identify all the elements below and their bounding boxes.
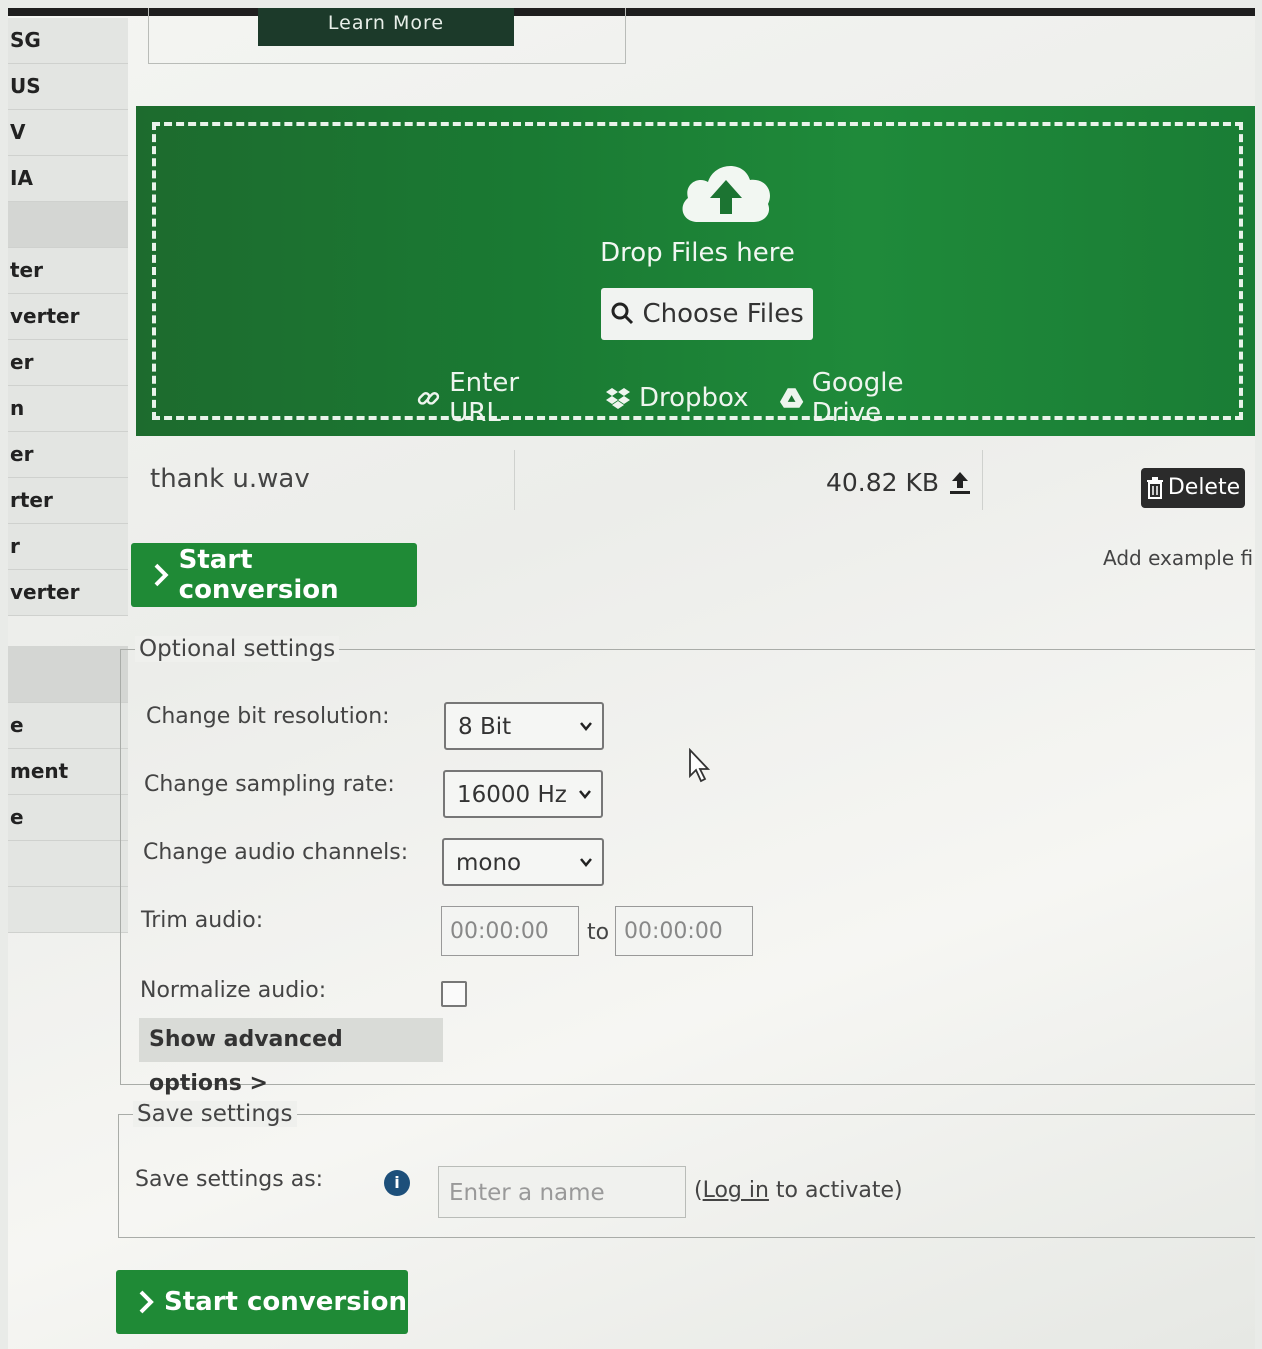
sidebar-item[interactable]: [8, 887, 128, 933]
google-drive-label: Google Drive: [811, 368, 904, 428]
trim-start-input[interactable]: 00:00:00: [441, 906, 579, 956]
sidebar-item[interactable]: ter: [8, 248, 128, 294]
login-suffix: to activate): [768, 1178, 903, 1203]
show-advanced-options-button[interactable]: Show advanced options >: [139, 1018, 443, 1096]
trash-icon: [1146, 477, 1163, 499]
browser-viewport: SG US V IA ter verter er n er rter r ver…: [8, 8, 1255, 1349]
chevron-down-icon: [580, 858, 592, 867]
sampling-rate-label: Change sampling rate:: [144, 772, 395, 797]
link-icon: [417, 392, 440, 405]
start-conversion-label: Start conversion: [164, 1287, 407, 1317]
chevron-right-icon: [154, 563, 169, 587]
add-example-file-link[interactable]: Add example file: [1103, 546, 1255, 570]
mouse-cursor-icon: [689, 748, 711, 783]
enter-url-label: Enter URL: [449, 368, 520, 428]
sidebar-item[interactable]: verter: [8, 570, 128, 616]
trim-audio-label: Trim audio:: [141, 908, 264, 933]
upload-source-links: Enter URL Dropbox Google Drive: [416, 368, 976, 428]
bit-resolution-select[interactable]: 8 Bit: [444, 702, 604, 750]
uploaded-file-row: thank u.wav 40.82 KB Delete: [136, 446, 1255, 514]
file-size-value: 40.82 KB: [826, 468, 940, 497]
audio-channels-label: Change audio channels:: [143, 840, 409, 865]
normalize-audio-label: Normalize audio:: [140, 978, 327, 1003]
settings-name-input[interactable]: Enter a name: [438, 1166, 686, 1218]
audio-channels-select[interactable]: mono: [442, 838, 604, 886]
chevron-down-icon: [580, 722, 592, 731]
trim-to-text: to: [587, 920, 610, 945]
file-dropzone[interactable]: Drop Files here Choose Files Enter URL D…: [136, 106, 1255, 436]
search-icon: [611, 302, 634, 325]
optional-settings-fieldset: Optional settings Change bit resolution:…: [120, 636, 1255, 1096]
sidebar-item[interactable]: V: [8, 110, 128, 156]
sidebar-item[interactable]: er: [8, 432, 128, 478]
sidebar-item[interactable]: e: [8, 703, 128, 749]
sidebar-item[interactable]: US: [8, 64, 128, 110]
google-drive-link[interactable]: Google Drive: [779, 368, 976, 428]
audio-channels-value: mono: [456, 850, 522, 876]
sidebar-item[interactable]: [8, 646, 128, 703]
start-conversion-button[interactable]: Start conversion: [131, 543, 417, 607]
dropbox-icon: [605, 388, 630, 409]
sidebar-item[interactable]: er: [8, 340, 128, 386]
save-settings-legend: Save settings: [133, 1101, 297, 1127]
login-open-paren: (: [694, 1178, 703, 1203]
dropzone-border: Drop Files here Choose Files Enter URL D…: [152, 122, 1243, 428]
sampling-rate-value: 16000 Hz: [457, 782, 567, 808]
start-conversion-label: Start conversion: [178, 545, 339, 605]
column-divider: [514, 450, 515, 510]
login-note: (Log in to activate): [694, 1178, 903, 1203]
trim-end-input[interactable]: 00:00:00: [615, 906, 753, 956]
column-divider: [982, 450, 983, 510]
save-settings-label: Save settings as:: [135, 1167, 324, 1192]
google-drive-icon: [779, 388, 803, 408]
file-size: 40.82 KB: [826, 468, 973, 497]
cloud-upload-icon: [682, 165, 770, 222]
sidebar-item[interactable]: verter: [8, 294, 128, 340]
sampling-rate-select[interactable]: 16000 Hz: [443, 770, 603, 818]
dropbox-link[interactable]: Dropbox: [605, 368, 749, 428]
choose-files-label: Choose Files: [642, 299, 804, 329]
delete-label: Delete: [1167, 475, 1241, 500]
delete-file-button[interactable]: Delete: [1141, 468, 1245, 508]
sidebar: SG US V IA ter verter er n er rter r ver…: [8, 18, 128, 933]
dropbox-label: Dropbox: [638, 383, 749, 413]
login-link[interactable]: Log in: [703, 1178, 769, 1203]
chevron-down-icon: [579, 790, 591, 799]
learn-more-button[interactable]: Learn More: [258, 8, 514, 46]
bit-resolution-value: 8 Bit: [458, 714, 512, 740]
sidebar-item[interactable]: ment: [8, 749, 128, 795]
sidebar-item[interactable]: IA: [8, 156, 128, 202]
sidebar-item[interactable]: n: [8, 386, 128, 432]
optional-settings-legend: Optional settings: [135, 636, 340, 662]
save-settings-fieldset: Save settings Save settings as:: [118, 1101, 1255, 1238]
chevron-right-icon: [139, 1290, 154, 1314]
sidebar-item[interactable]: [8, 841, 128, 887]
drop-files-text: Drop Files here: [600, 238, 795, 268]
choose-files-button[interactable]: Choose Files: [601, 288, 813, 340]
info-icon[interactable]: i: [384, 1170, 410, 1196]
enter-url-link[interactable]: Enter URL: [416, 368, 575, 428]
sidebar-item[interactable]: [8, 202, 128, 248]
start-conversion-button-bottom[interactable]: Start conversion: [116, 1270, 408, 1334]
upload-icon: [950, 471, 971, 494]
sidebar-item[interactable]: SG: [8, 18, 128, 64]
normalize-audio-checkbox[interactable]: [441, 981, 467, 1007]
sidebar-item[interactable]: e: [8, 795, 128, 841]
sidebar-item[interactable]: r: [8, 524, 128, 570]
sidebar-item[interactable]: rter: [8, 478, 128, 524]
bit-resolution-label: Change bit resolution:: [146, 704, 390, 729]
file-name: thank u.wav: [150, 464, 310, 494]
